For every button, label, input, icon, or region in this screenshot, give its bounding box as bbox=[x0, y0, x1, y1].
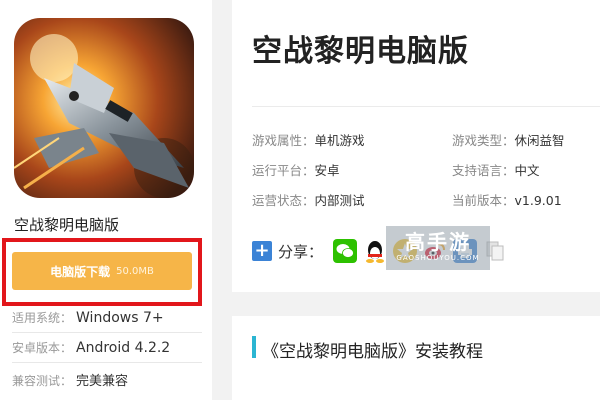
attr-value: 安卓 bbox=[314, 163, 340, 178]
divider bbox=[12, 332, 202, 333]
install-tutorial-section: 《空战黎明电脑版》安装教程 bbox=[232, 316, 600, 400]
pc-download-button[interactable]: 电脑版下载 50.0MB bbox=[12, 252, 192, 290]
share-plus-icon[interactable]: + bbox=[252, 241, 272, 261]
game-cover-image[interactable] bbox=[14, 18, 194, 198]
download-file-size: 50.0MB bbox=[116, 265, 154, 277]
app-name: 空战黎明电脑版 bbox=[14, 216, 120, 234]
watermark-url: GAOSHOUYOU.COM bbox=[396, 254, 480, 262]
info-row-android: 安卓版本： Android 4.2.2 bbox=[12, 339, 170, 356]
divider bbox=[12, 362, 202, 363]
app-summary-card: 空战黎明电脑版 电脑版下载 50.0MB 适用系统： Windows 7+ 安卓版… bbox=[0, 0, 212, 400]
attr-label: 游戏属性： bbox=[252, 133, 315, 148]
download-button-label: 电脑版下载 bbox=[50, 264, 111, 279]
jet-fighter-artwork bbox=[14, 18, 194, 198]
info-label: 兼容测试： bbox=[12, 374, 73, 388]
page-title: 空战黎明电脑版 bbox=[252, 34, 469, 69]
qq-icon[interactable] bbox=[363, 239, 388, 263]
attr-label: 游戏类型： bbox=[452, 133, 515, 148]
section-title: 《空战黎明电脑版》安装教程 bbox=[262, 342, 483, 362]
watermark-logo-text: 高手游 bbox=[405, 230, 471, 254]
site-watermark: 高手游 GAOSHOUYOU.COM bbox=[386, 226, 490, 270]
attr-version: 当前版本：v1.9.01 bbox=[452, 190, 562, 209]
info-row-system: 适用系统： Windows 7+ bbox=[12, 309, 164, 326]
info-value: Android 4.2.2 bbox=[76, 340, 171, 356]
info-value: Windows 7+ bbox=[76, 310, 164, 326]
attr-status: 运营状态：内部测试 bbox=[252, 190, 365, 209]
attr-game-property: 游戏属性：单机游戏 bbox=[252, 130, 365, 149]
section-accent-bar bbox=[252, 336, 256, 358]
attr-label: 当前版本： bbox=[452, 193, 515, 208]
attr-value: 中文 bbox=[514, 163, 540, 178]
attr-label: 支持语言： bbox=[452, 163, 515, 178]
info-label: 安卓版本： bbox=[12, 341, 73, 355]
attr-platform: 运行平台：安卓 bbox=[252, 160, 340, 179]
wechat-icon[interactable] bbox=[333, 239, 358, 263]
attr-game-type: 游戏类型：休闲益智 bbox=[452, 130, 565, 149]
info-label: 适用系统： bbox=[12, 311, 73, 325]
attr-label: 运营状态： bbox=[252, 193, 315, 208]
divider bbox=[252, 106, 600, 107]
attr-language: 支持语言：中文 bbox=[452, 160, 540, 179]
info-row-compat: 兼容测试： 完美兼容 bbox=[12, 370, 128, 389]
attr-value: 单机游戏 bbox=[314, 133, 365, 148]
attr-value: v1.9.01 bbox=[514, 193, 562, 208]
info-value: 完美兼容 bbox=[76, 374, 129, 389]
share-label: 分享： bbox=[278, 242, 324, 261]
attr-value: 休闲益智 bbox=[514, 133, 565, 148]
attr-label: 运行平台： bbox=[252, 163, 315, 178]
attr-value: 内部测试 bbox=[314, 193, 365, 208]
